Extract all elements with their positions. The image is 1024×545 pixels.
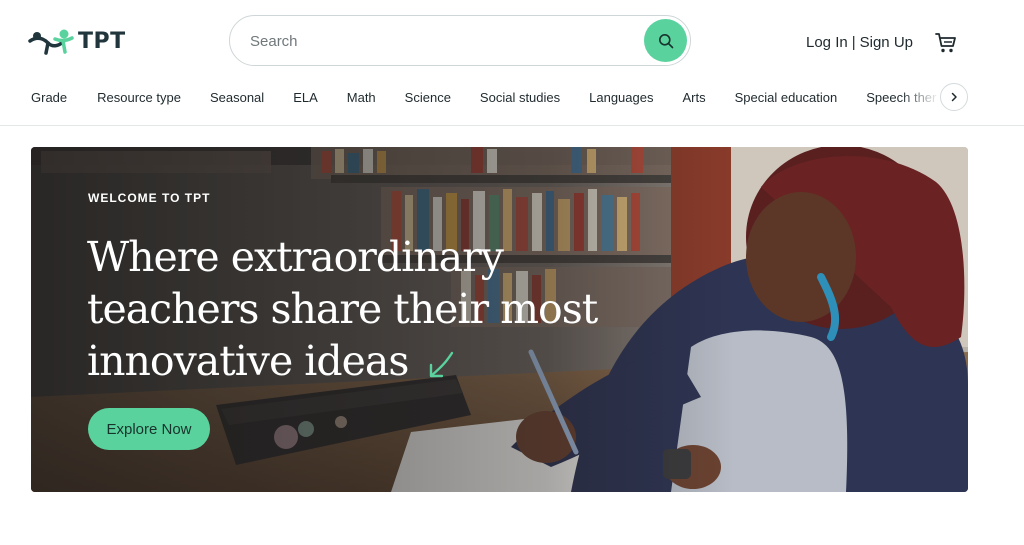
logo-text: TPT (78, 28, 126, 54)
chevron-right-icon (951, 92, 957, 102)
nav-item-grade[interactable]: Grade (31, 90, 67, 114)
hero-banner: WELCOME TO TPT Where extraordinary teach… (31, 147, 968, 492)
hero-eyebrow: WELCOME TO TPT (88, 191, 211, 205)
category-nav-list: Grade Resource type Seasonal ELA Math Sc… (31, 90, 937, 114)
category-nav: Grade Resource type Seasonal ELA Math Sc… (0, 80, 1024, 126)
nav-item-special-education[interactable]: Special education (735, 90, 838, 114)
auth-separator: | (851, 34, 856, 51)
cart-icon[interactable] (934, 31, 958, 55)
search-input[interactable] (250, 29, 630, 53)
nav-item-seasonal[interactable]: Seasonal (210, 90, 264, 114)
nav-item-ela[interactable]: ELA (293, 90, 318, 114)
nav-fade-overlay (900, 80, 940, 124)
nav-item-math[interactable]: Math (347, 90, 376, 114)
tpt-logo[interactable]: TPT (28, 27, 126, 55)
search-bar (229, 15, 691, 66)
nav-item-resource-type[interactable]: Resource type (97, 90, 181, 114)
search-button[interactable] (644, 19, 687, 62)
hero-title-text: Where extraordinary teachers share their… (87, 233, 598, 385)
nav-item-languages[interactable]: Languages (589, 90, 653, 114)
tpt-logo-mark-icon (28, 29, 74, 55)
login-link[interactable]: Log In (806, 34, 848, 51)
nav-item-science[interactable]: Science (405, 90, 451, 114)
nav-item-social-studies[interactable]: Social studies (480, 90, 560, 114)
nav-item-arts[interactable]: Arts (682, 90, 705, 114)
auth-links: Log In | Sign Up (806, 34, 913, 51)
nav-next-button[interactable] (940, 83, 968, 111)
hero-title: Where extraordinary teachers share their… (87, 231, 607, 387)
explore-now-button[interactable]: Explore Now (88, 408, 210, 450)
signup-link[interactable]: Sign Up (860, 34, 913, 51)
search-icon (658, 33, 673, 48)
site-header: TPT Log In | Sign Up (0, 0, 1024, 80)
arrow-squiggle-icon (430, 351, 454, 377)
